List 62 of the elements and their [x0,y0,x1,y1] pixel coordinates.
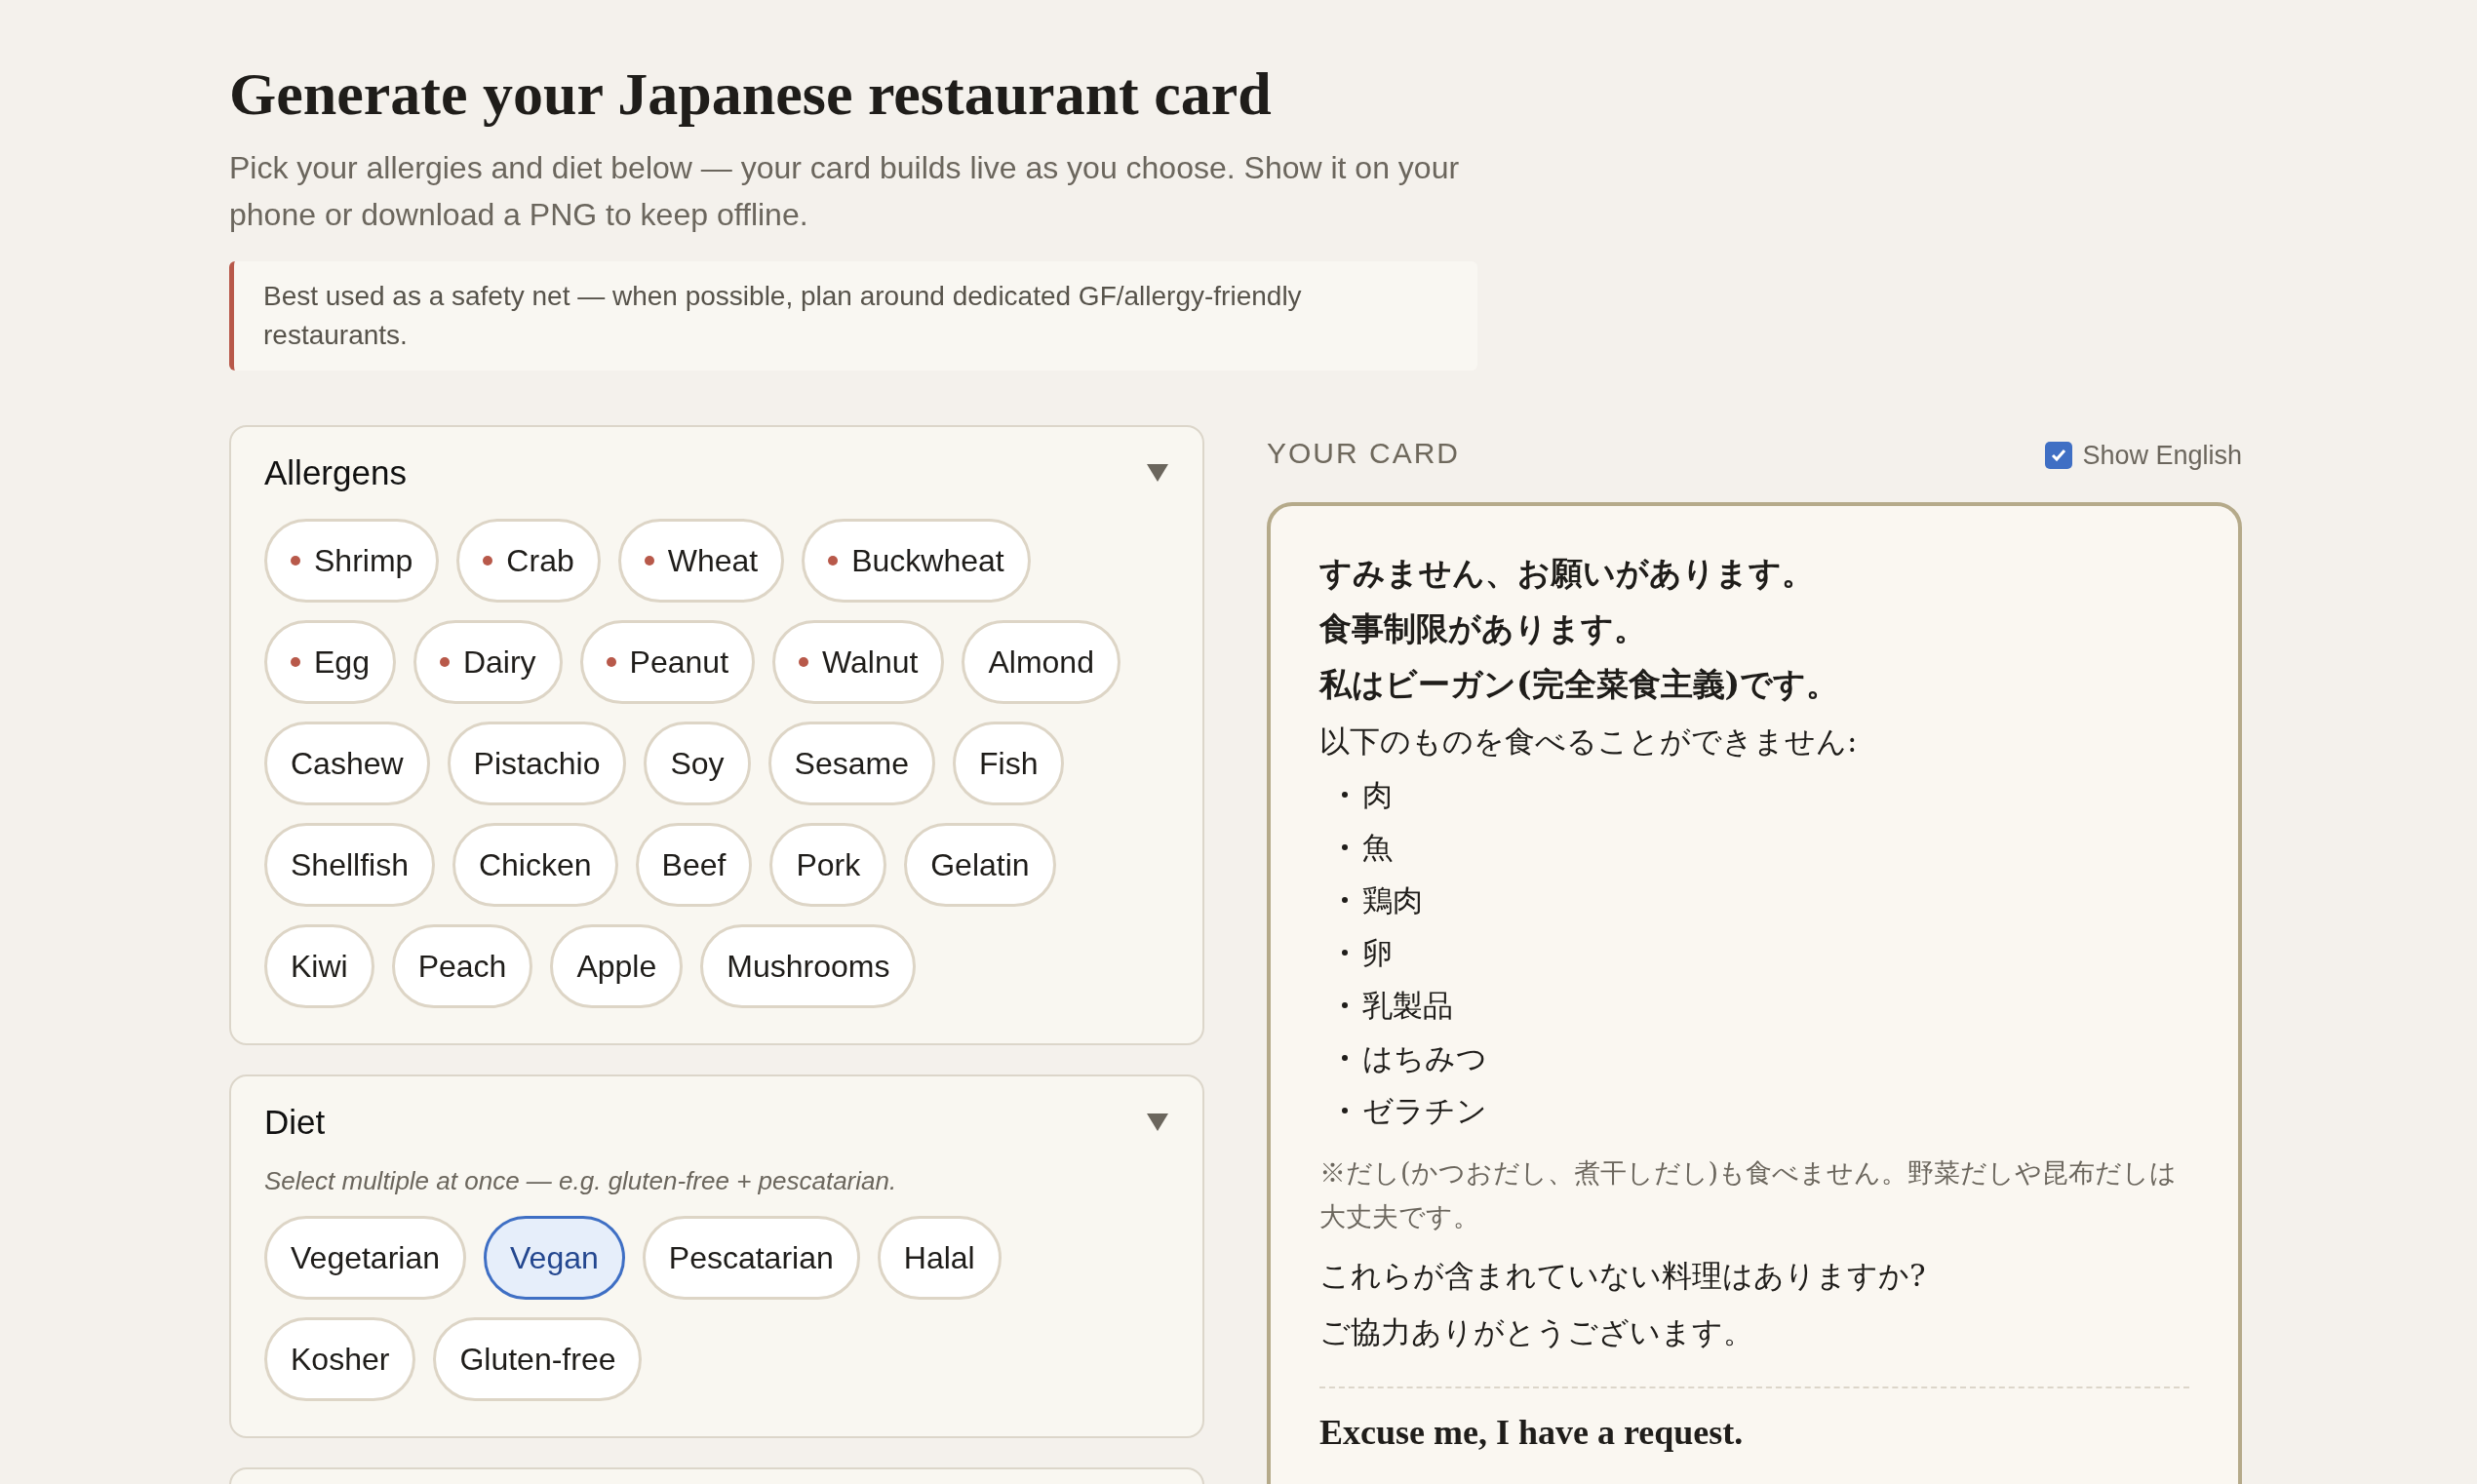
panel-title: Allergens [264,452,407,493]
chip-button[interactable]: Cashew [264,722,430,805]
chip-button[interactable]: Halal [877,1216,1002,1300]
chip-button[interactable]: Dairy [413,620,563,704]
chip-button[interactable]: Chicken [452,823,618,907]
checkbox[interactable] [2045,441,2073,469]
chip-button[interactable]: Soy [644,722,751,805]
card-english-line: Excuse me, I have a request. [1319,1412,1744,1454]
bullet-icon [1341,1001,1349,1009]
card-line: 以下のものを食べることができません: [1319,722,1858,761]
card-heading: YOUR CARD [1267,436,1460,471]
bullet-icon [1341,896,1349,904]
card-list-item: 魚 [1362,829,1393,867]
chip-button[interactable]: Pork [769,823,887,907]
card-list-item: はちみつ [1362,1039,1487,1077]
bullet-icon [1341,1107,1349,1114]
card-line: ご協力ありがとうございます。 [1319,1313,1753,1351]
panel-title: Diet [264,1102,326,1143]
chip-button[interactable]: Buckwheat [802,519,1031,603]
chip-button[interactable]: Pescatarian [642,1216,860,1300]
chip-button[interactable]: Apple [550,924,684,1008]
card-heading-line: 私はビーガン(完全菜食主義)です。 [1319,664,1839,705]
card-line: これらが含まれていない料理はありますか? [1319,1257,1926,1295]
bullet-icon [1341,1054,1349,1062]
chip-button[interactable]: Kosher [264,1317,416,1401]
chip-button[interactable]: Wheat [617,519,785,603]
caret-icon[interactable] [1146,1113,1169,1132]
chip-button[interactable]: Peanut [579,620,756,704]
checkbox-label[interactable]: Show English [2082,435,2242,475]
chip-button[interactable]: Shellfish [264,823,435,907]
card-list-item: ゼラチン [1362,1092,1487,1130]
chip-button[interactable]: Mushrooms [700,924,917,1008]
caret-icon[interactable] [1146,463,1169,483]
chip-button[interactable]: Kiwi [264,924,374,1008]
page-subtitle: Pick your allergies and diet below — your card builds live as you choose. Show it on your phone or download a PNG to keep offline. [229,149,1461,234]
diet-hint: Select multiple at once — e.g. gluten-free + pescatarian. [264,1165,897,1197]
chip-button[interactable]: Vegetarian [264,1216,466,1300]
safety-note: Best used as a safety net — when possible, plan around dedicated GF/allergy-friendly restaurants. [229,261,1477,371]
chip-button[interactable]: Gluten-free [433,1317,643,1401]
chip-button[interactable]: Fish [953,722,1065,805]
chip-button[interactable]: Beef [635,823,753,907]
page-title: Generate your Japanese restaurant card [229,59,1272,129]
card-heading-line: 食事制限があります。 [1319,608,1646,649]
card-list-item: 卵 [1362,934,1393,972]
chip-button[interactable]: Egg [264,620,396,704]
card-list-item: 肉 [1362,776,1393,814]
card-heading-line: すみません、お願いがあります。 [1319,553,1814,594]
chip-button[interactable]: Pistachio [447,722,627,805]
chip-button[interactable]: Crab [456,519,601,603]
chip-button[interactable]: Shrimp [264,519,440,603]
chip-button[interactable]: Almond [962,620,1121,704]
card-list-item: 鶏肉 [1362,881,1423,919]
chip-button[interactable]: Walnut [772,620,945,704]
card-list-item: 乳製品 [1362,987,1453,1025]
chip-button[interactable]: Peach [391,924,533,1008]
card-note: ※だし(かつおだし、煮干しだし)も食べません。野菜だしや昆布だしは大丈夫です。 [1319,1156,2178,1233]
bullet-icon [1341,949,1349,957]
chip-button[interactable]: Vegan [484,1216,625,1300]
bullet-icon [1341,791,1349,799]
chip-button[interactable]: Sesame [767,722,935,805]
bullet-icon [1341,843,1349,851]
chip-button[interactable]: Gelatin [904,823,1056,907]
